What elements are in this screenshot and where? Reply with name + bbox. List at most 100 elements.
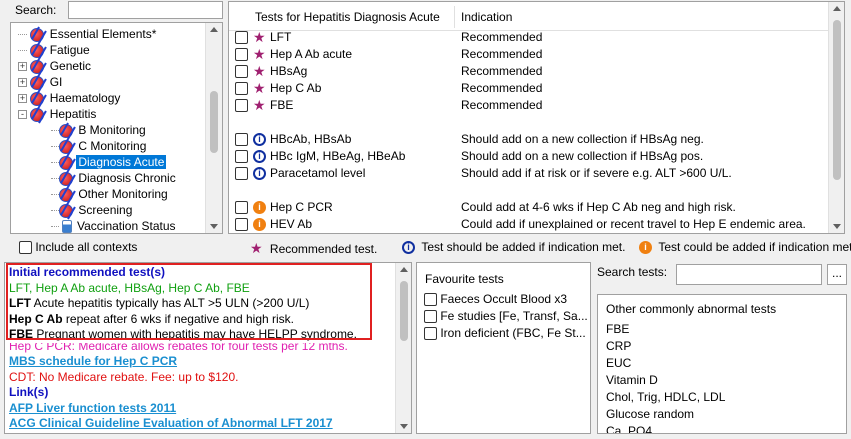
tree-item-label: GI xyxy=(49,75,63,89)
tree-item[interactable]: Fatigue xyxy=(18,42,92,58)
scroll-down-arrow[interactable] xyxy=(400,424,408,429)
tree-item[interactable]: C Monitoring xyxy=(51,138,148,154)
test-checkbox[interactable] xyxy=(235,48,248,62)
search-tests-input[interactable] xyxy=(676,264,822,285)
expander-icon[interactable]: + xyxy=(18,78,27,88)
test-checkbox[interactable] xyxy=(235,150,248,164)
test-row[interactable]: i HBc IgM, HBeAg, HBeAb Should add on a ne… xyxy=(235,148,703,165)
scroll-thumb[interactable] xyxy=(400,281,408,341)
test-checkbox[interactable] xyxy=(235,99,248,113)
test-row[interactable]: ★ LFT Recommended xyxy=(235,29,542,46)
tree-item[interactable]: - Hepatitis xyxy=(18,106,98,122)
tree-item[interactable]: Screening xyxy=(51,202,134,218)
scroll-down-arrow[interactable] xyxy=(833,224,841,229)
favourite-checkbox[interactable] xyxy=(424,310,437,324)
tree-item-label: Diagnosis Acute xyxy=(76,155,167,169)
scroll-thumb[interactable] xyxy=(210,91,218,153)
expander-icon[interactable]: + xyxy=(18,94,27,104)
dna-icon xyxy=(59,155,73,170)
scroll-up-arrow[interactable] xyxy=(400,267,408,272)
acg-link[interactable]: ACG Clinical Guideline Evaluation of Abn… xyxy=(9,416,333,430)
dna-icon xyxy=(30,59,45,74)
other-test-item[interactable]: FBE xyxy=(606,322,629,336)
legend-recommended-label: Recommended test. xyxy=(269,242,378,256)
scroll-down-arrow[interactable] xyxy=(210,224,218,229)
other-test-item[interactable]: EUC xyxy=(606,356,631,370)
expander-icon[interactable]: - xyxy=(18,110,27,120)
info-blue-icon: i xyxy=(253,167,266,181)
test-row[interactable]: i HBcAb, HBsAb Should add on a new collect… xyxy=(235,131,704,148)
context-tree[interactable]: Essential Elements* Fatigue + Genetic + GI… xyxy=(10,22,223,234)
info-orange-icon: i xyxy=(639,241,652,255)
scroll-up-arrow[interactable] xyxy=(210,27,218,32)
search-tests-button[interactable]: ... xyxy=(827,264,847,285)
info-blue-icon: i xyxy=(253,150,266,164)
scroll-up-arrow[interactable] xyxy=(833,6,841,11)
favourite-checkbox[interactable] xyxy=(424,293,437,307)
other-test-item[interactable]: Glucose random xyxy=(606,407,694,421)
mbs-link[interactable]: MBS schedule for Hep C PCR xyxy=(9,354,177,368)
include-all-checkbox[interactable] xyxy=(19,241,32,255)
test-row[interactable]: i Paracetamol level Should add if at risk … xyxy=(235,165,732,182)
test-checkbox[interactable] xyxy=(235,31,248,45)
test-checkbox[interactable] xyxy=(235,218,248,232)
test-indication: Recommended xyxy=(461,47,543,61)
tree-item[interactable]: Vaccination Status xyxy=(51,218,178,233)
expander-icon[interactable]: + xyxy=(18,62,27,72)
tree-item-label: Screening xyxy=(78,203,133,217)
favourite-checkbox[interactable] xyxy=(424,327,437,341)
test-indication: Should add if at risk or if severe e.g. … xyxy=(461,166,732,180)
test-row[interactable]: ★ Hep C Ab Recommended xyxy=(235,80,542,97)
other-test-item[interactable]: Vitamin D xyxy=(606,373,658,387)
test-row[interactable]: i HEV Ab Could add if unexplained or recen… xyxy=(235,216,806,233)
test-row[interactable]: ★ HBsAg Recommended xyxy=(235,63,542,80)
dna-icon xyxy=(30,27,45,42)
tree-item-label: Other Monitoring xyxy=(78,187,168,201)
dna-icon xyxy=(30,43,45,58)
tree-item[interactable]: Diagnosis Chronic xyxy=(51,170,178,186)
star-icon: ★ xyxy=(253,63,266,79)
other-test-item[interactable]: Chol, Trig, HDLC, LDL xyxy=(606,390,725,404)
vaccine-icon xyxy=(62,220,72,233)
test-checkbox[interactable] xyxy=(235,65,248,79)
search-input[interactable] xyxy=(68,1,223,19)
test-name: Hep C Ab xyxy=(270,81,322,95)
afp-link[interactable]: AFP Liver function tests 2011 xyxy=(9,401,176,415)
tree-item-label: Essential Elements* xyxy=(49,27,157,41)
favourite-item[interactable]: Iron deficient (FBC, Fe St... xyxy=(424,326,586,341)
test-checkbox[interactable] xyxy=(235,167,248,181)
favourite-label: Iron deficient (FBC, Fe St... xyxy=(440,326,586,340)
test-checkbox[interactable] xyxy=(235,201,248,215)
links-title: Link(s) xyxy=(9,385,49,400)
tree-item[interactable]: + Genetic xyxy=(18,58,93,74)
header-tests[interactable]: Tests for Hepatitis Diagnosis Acute xyxy=(255,10,440,24)
include-all-contexts[interactable]: Include all contexts xyxy=(19,240,137,255)
favourite-item[interactable]: Faeces Occult Blood x3 xyxy=(424,292,567,307)
tree-scrollbar[interactable] xyxy=(205,23,222,233)
tree-item[interactable]: B Monitoring xyxy=(51,122,148,138)
other-test-item[interactable]: CRP xyxy=(606,339,631,353)
tree-item[interactable]: Essential Elements* xyxy=(18,26,158,42)
header-indication[interactable]: Indication xyxy=(461,10,512,24)
test-checkbox[interactable] xyxy=(235,82,248,96)
dna-icon xyxy=(30,91,45,106)
tests-scrollbar[interactable] xyxy=(828,2,844,233)
tree-item[interactable]: + GI xyxy=(18,74,64,90)
test-row[interactable]: ★ Hep A Ab acute Recommended xyxy=(235,46,542,63)
tree-item[interactable]: Diagnosis Acute xyxy=(51,154,167,170)
legend-recommended: ★ Recommended test. xyxy=(250,240,377,257)
test-row[interactable]: i Hep C PCR Could add at 4-6 wks if Hep C … xyxy=(235,199,736,216)
highlight-box xyxy=(6,263,372,340)
tree-item[interactable]: + Haematology xyxy=(18,90,122,106)
other-test-item[interactable]: Ca, PO4 xyxy=(606,424,652,433)
notes-scrollbar[interactable] xyxy=(395,263,411,433)
test-name: HBcAb, HBsAb xyxy=(270,132,352,146)
scroll-thumb[interactable] xyxy=(833,20,841,180)
test-indication: Could add at 4-6 wks if Hep C Ab neg and… xyxy=(461,200,736,214)
test-indication: Recommended xyxy=(461,98,543,112)
favourite-item[interactable]: Fe studies [Fe, Transf, Sa... xyxy=(424,309,588,324)
test-row[interactable]: ★ FBE Recommended xyxy=(235,97,542,114)
favourites-panel: Favourite tests Faeces Occult Blood x3 F… xyxy=(416,262,591,434)
test-checkbox[interactable] xyxy=(235,133,248,147)
tree-item[interactable]: Other Monitoring xyxy=(51,186,170,202)
